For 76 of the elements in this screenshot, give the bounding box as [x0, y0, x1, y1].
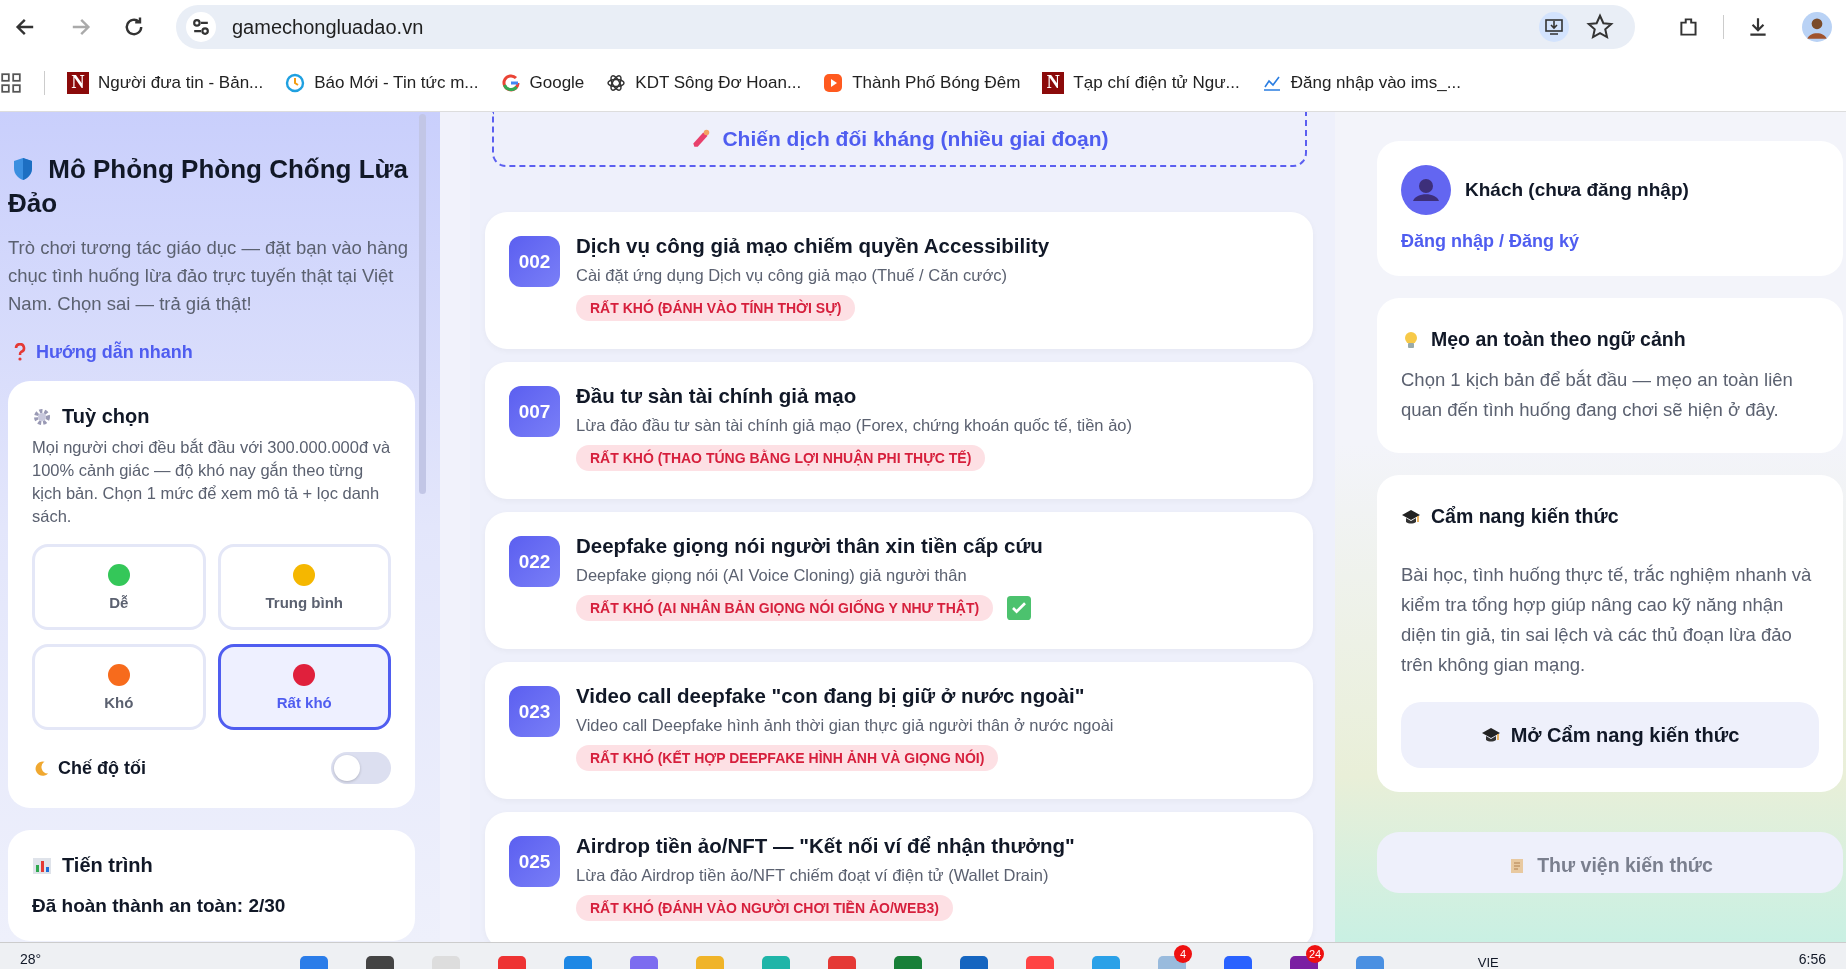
difficulty-option[interactable]: Dễ [32, 544, 206, 630]
user-name: Khách (chưa đăng nhập) [1465, 179, 1689, 201]
scenario-card[interactable]: 007 Đầu tư sàn tài chính giả mạo Lừa đảo đầu tư sàn tài chính giả mạo (Forex, chứng khoán quốc tế, tiền ảo) RẤT KHÓ (THAO TÚNG BẰNG LỢI NHUẬN PHI THỰC TẾ) [485, 362, 1313, 499]
language-indicator[interactable]: VIE [1477, 955, 1499, 969]
app-description: Trò chơi tương tác giáo dục — đặt bạn vào hàng chục tình huống lừa đảo trực tuyến thật tại Việt Nam. Chọn sai — trả giá thật! [8, 236, 410, 316]
scenario-number: 025 [509, 836, 560, 887]
scenario-description: Cài đặt ứng dụng Dịch vụ công giả mạo (Thuế / Căn cước) [576, 266, 1008, 285]
bookmark[interactable]: Google [500, 72, 585, 93]
library-title: Thư viện kiến thức [1401, 854, 1819, 877]
scenario-number: 022 [509, 536, 560, 587]
difficulty-option[interactable]: Rất khó [217, 644, 391, 730]
scenario-description: Deepfake giọng nói (AI Voice Cloning) giả người thân [576, 566, 968, 585]
google-icon [500, 72, 521, 93]
avatar-icon [1401, 165, 1451, 215]
difficulty-option[interactable]: Trung bình [217, 544, 391, 630]
bookmark[interactable]: N Người đưa tin - Bản... [67, 71, 264, 94]
question-icon [14, 343, 26, 361]
bookmark[interactable]: Đăng nhập vào ims_... [1261, 72, 1461, 93]
difficulty-option[interactable]: Khó [32, 644, 206, 730]
dark-mode-label: Chế độ tối [32, 757, 146, 779]
progress-title: Tiến trình [32, 854, 391, 877]
open-handbook-button[interactable]: Mở Cẩm nang kiến thức [1401, 702, 1819, 768]
star-icon[interactable] [1585, 12, 1615, 42]
bookmark[interactable]: Thành Phố Bóng Đêm [823, 72, 1021, 93]
scenario-description: Video call Deepfake hình ảnh thời gian thực giả người thân ở nước ngoài [576, 716, 1114, 735]
shield-icon [13, 157, 33, 181]
scenario-card[interactable]: 002 Dịch vụ công giả mạo chiếm quyền Accessibility Cài đặt ứng dụng Dịch vụ công giả mạo (Thuế / Căn cước) RẤT KHÓ (ĐÁNH VÀO TÍNH THỜI SỰ) [485, 212, 1313, 349]
scenario-title: Airdrop tiền ảo/NFT — "Kết nối ví để nhận thưởng" [576, 834, 1075, 858]
play-icon [823, 72, 844, 93]
install-icon[interactable] [1539, 12, 1569, 42]
bookmark[interactable]: KDT Sông Đơ Hoan... [606, 72, 802, 93]
bookmark[interactable]: Báo Mới - Tin tức m... [285, 72, 479, 93]
dark-mode-toggle[interactable] [331, 752, 391, 784]
scenario-number: 002 [509, 236, 560, 287]
apps-icon[interactable] [0, 71, 22, 94]
tips-text: Chọn 1 kịch bản để bắt đầu — mẹo an toàn liên quan đến tình huống đang chơi sẽ hiện ở đây. [1401, 368, 1794, 422]
scenario-card[interactable]: 023 Video call deepfake "con đang bị giữ ở nước ngoài" Video call Deepfake hình ảnh thời gian thực giả người thân ở nước ngoài RẤT KHÓ (KẾT HỢP DEEPFAKE HÌNH ẢNH VÀ GIỌNG NÓI) [485, 662, 1313, 799]
address-bar[interactable]: gamechongluadao.vn [176, 5, 1635, 49]
notification-badge: 4 [1174, 945, 1192, 963]
scenario-title: Deepfake giọng nói người thân xin tiền cấp cứu [576, 534, 1043, 558]
login-link[interactable]: Đăng nhập / Đăng ký [1401, 231, 1819, 252]
bookmark[interactable]: N Tạp chí điện tử Ngư... [1042, 71, 1240, 94]
clock-text[interactable]: 6:56 [1798, 951, 1826, 967]
options-description: Mọi người chơi đều bắt đầu với 300.000.000đ và 100% cảnh giác — độ khó nay gắn theo từng kịch bản. Chọn 1 mức để xem mô tả + lọc danh sách. [32, 437, 391, 527]
url-text: gamechongluadao.vn [232, 15, 424, 39]
scenario-title: Dịch vụ công giả mạo chiếm quyền Accessibility [576, 234, 1050, 258]
notification-badge: 24 [1306, 945, 1324, 963]
scenario-number: 007 [509, 386, 560, 437]
options-title: Tuỳ chọn [32, 405, 391, 428]
scenario-title: Đầu tư sàn tài chính giả mạo [576, 384, 858, 408]
scenario-card[interactable]: 022 Deepfake giọng nói người thân xin tiền cấp cứu Deepfake giọng nói (AI Voice Cloning) giả người thân RẤT KHÓ (AI NHÂN BẢN GIỌNG NÓI GIỐNG Y NHƯ THẬT) [485, 512, 1313, 649]
scenario-description: Lừa đảo Airdrop tiền ảo/NFT chiếm đoạt ví điện tử (Wallet Drain) [576, 866, 1050, 885]
scenario-title: Video call deepfake "con đang bị giữ ở nước ngoài" [576, 684, 1086, 708]
help-link[interactable]: Hướng dẫn nhanh [8, 342, 415, 363]
profile-avatar-icon[interactable] [1802, 12, 1832, 42]
difficulty-tag: RẤT KHÓ (ĐÁNH VÀO NGƯỜI CHƠI TIỀN ẢO/WEB3) [576, 895, 953, 921]
difficulty-tag: RẤT KHÓ (KẾT HỢP DEEPFAKE HÌNH ẢNH VÀ GIỌNG NÓI) [576, 745, 999, 771]
gear-icon [32, 406, 52, 427]
progress-text: Đã hoàn thành an toàn: 2/30 [32, 895, 287, 917]
bar-chart-icon [32, 855, 52, 876]
campaign-button[interactable]: Chiến dịch đối kháng (nhiều giai đoạn) [492, 112, 1307, 167]
handbook-text: Bài học, tình huống thực tế, trắc nghiệm nhanh và kiểm tra tổng hợp giúp nâng cao kỹ năng nhận diện tin giả, tin sai lệch và các thủ đoạn lừa đảo trên không gian mạng. [1401, 563, 1813, 677]
tips-title: Mẹo an toàn theo ngữ cảnh [1401, 328, 1819, 351]
difficulty-tag: RẤT KHÓ (AI NHÂN BẢN GIỌNG NÓI GIỐNG Y NHƯ THẬT) [576, 595, 994, 621]
library-card[interactable]: Thư viện kiến thức [1377, 832, 1843, 893]
clock-icon [285, 72, 306, 93]
difficulty-tag: RẤT KHÓ (ĐÁNH VÀO TÍNH THỜI SỰ) [576, 295, 856, 321]
scenario-description: Lừa đảo đầu tư sàn tài chính giả mạo (Forex, chứng khoán quốc tế, tiền ảo) [576, 416, 1132, 435]
weather-text[interactable]: 28° [20, 951, 300, 967]
app-title: Mô Phỏng Phòng Chống Lừa Đảo [8, 153, 409, 220]
scrollbar[interactable] [419, 114, 426, 494]
handbook-title: Cẩm nang kiến thức [1401, 505, 1819, 528]
site-settings-icon[interactable] [186, 12, 216, 42]
scenario-card[interactable]: 025 Airdrop tiền ảo/NFT — "Kết nối ví để nhận thưởng" Lừa đảo Airdrop tiền ảo/NFT chiếm đoạt ví điện tử (Wallet Drain) RẤT KHÓ (ĐÁNH VÀO NGƯỜI CHƠI TIỀN ẢO/WEB3) [485, 812, 1313, 942]
difficulty-tag: RẤT KHÓ (THAO TÚNG BẰNG LỢI NHUẬN PHI THỰC TẾ) [576, 445, 986, 471]
scenario-number: 023 [509, 686, 560, 737]
